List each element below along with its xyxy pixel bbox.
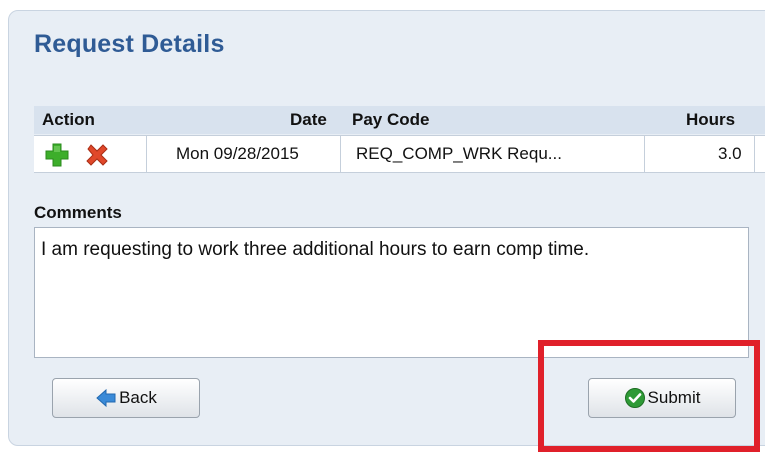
page-title: Request Details	[34, 30, 225, 58]
comments-textarea[interactable]: I am requesting to work three additional…	[34, 227, 749, 358]
column-header-date: Date	[290, 110, 327, 129]
back-button[interactable]: Back	[52, 378, 200, 418]
cell-date: Mon 09/28/2015	[176, 144, 299, 163]
comments-label: Comments	[34, 203, 122, 222]
grid-header: Action Date Pay Code Hours	[34, 106, 765, 134]
cell-hours: 3.0	[718, 144, 742, 163]
submit-highlight-box	[538, 340, 760, 452]
column-header-action: Action	[42, 110, 95, 129]
delete-icon[interactable]	[84, 142, 110, 168]
back-arrow-icon	[96, 388, 116, 408]
column-header-pay-code: Pay Code	[352, 110, 430, 129]
cell-pay-code: REQ_COMP_WRK Requ...	[356, 144, 562, 163]
back-button-label: Back	[119, 388, 157, 407]
add-icon[interactable]	[44, 142, 70, 168]
column-header-hours: Hours	[686, 110, 736, 129]
table-row[interactable]: Mon 09/28/2015 REQ_COMP_WRK Requ... 3.0	[34, 135, 765, 173]
